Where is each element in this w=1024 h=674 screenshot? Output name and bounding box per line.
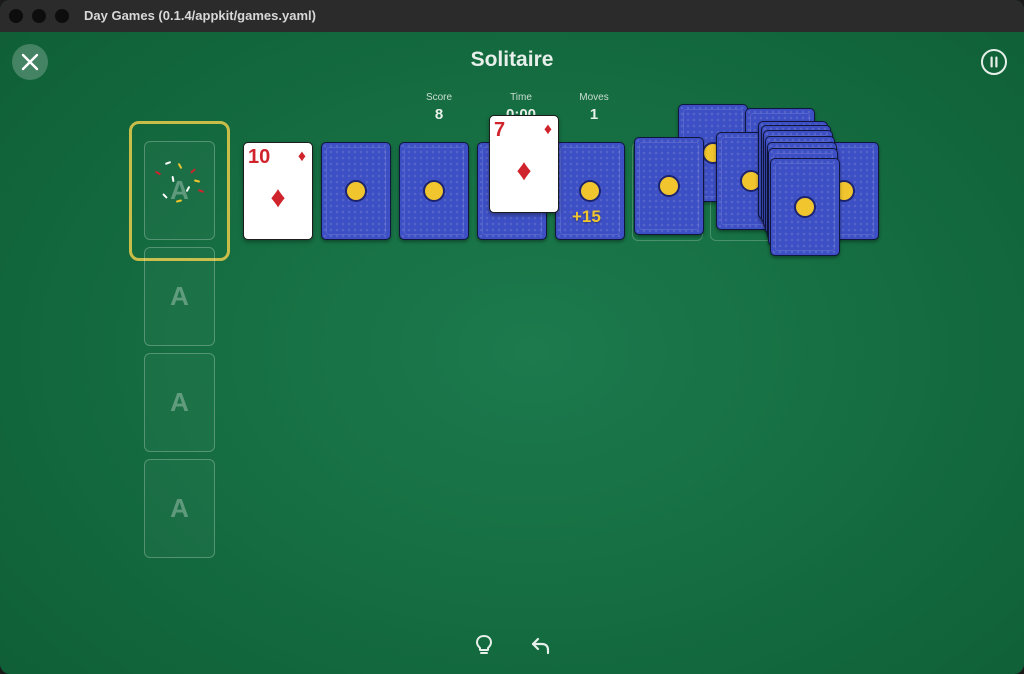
minimize-window-button[interactable]: [32, 9, 46, 23]
undo-icon: [531, 637, 550, 655]
pause-button[interactable]: [976, 44, 1012, 80]
score-label: Score: [425, 92, 453, 103]
window-title: Day Games (0.1.4/appkit/games.yaml): [84, 8, 316, 23]
foundation-label: A: [170, 493, 189, 523]
card-rank: 10: [248, 146, 271, 168]
moves-label: Moves: [579, 92, 609, 103]
card-rank: 7: [494, 119, 506, 141]
hint-button[interactable]: [471, 632, 497, 658]
moves-stat: Moves 1: [554, 92, 634, 123]
face-down-card[interactable]: [321, 142, 391, 240]
face-down-card[interactable]: [399, 142, 469, 240]
undo-button[interactable]: [528, 632, 554, 658]
coin-emblem-icon: [345, 180, 367, 202]
foundation-label: A: [170, 281, 189, 311]
coin-emblem-icon: [794, 196, 816, 218]
foundation-label: A: [170, 387, 189, 417]
time-label: Time: [510, 92, 532, 103]
foundation-slot-3[interactable]: A: [144, 353, 215, 452]
face-down-card[interactable]: [634, 137, 704, 235]
game-title: Solitaire: [470, 48, 554, 71]
diamond-icon: ♦: [297, 148, 306, 165]
zoom-window-button[interactable]: [55, 9, 69, 23]
foundation-slot-2[interactable]: A: [144, 247, 215, 346]
title-bar: Day Games (0.1.4/appkit/games.yaml): [0, 0, 1024, 32]
diamond-icon: ♦: [270, 181, 286, 214]
close-window-button[interactable]: [9, 9, 23, 23]
game-window: Day Games (0.1.4/appkit/games.yaml) Soli…: [0, 0, 1024, 674]
foundation-slot-4[interactable]: A: [144, 459, 215, 558]
pause-icon: [981, 49, 1007, 75]
score-stat: Score 8: [399, 92, 479, 123]
coin-emblem-icon: [423, 180, 445, 202]
score-value: 8: [434, 106, 444, 123]
diamond-icon: ♦: [516, 154, 532, 187]
diamond-icon: ♦: [543, 121, 552, 138]
coin-emblem-icon: [579, 180, 601, 202]
score-popup: +15: [572, 207, 601, 226]
foundation-slot-1[interactable]: A: [144, 141, 215, 240]
card-ten-of-diamonds[interactable]: 10 ♦ ♦: [243, 142, 313, 240]
moves-value: 1: [589, 106, 599, 123]
coin-emblem-icon: [658, 175, 680, 197]
lightbulb-icon: [476, 635, 492, 654]
card-seven-of-diamonds[interactable]: 7 ♦ ♦: [489, 115, 559, 213]
